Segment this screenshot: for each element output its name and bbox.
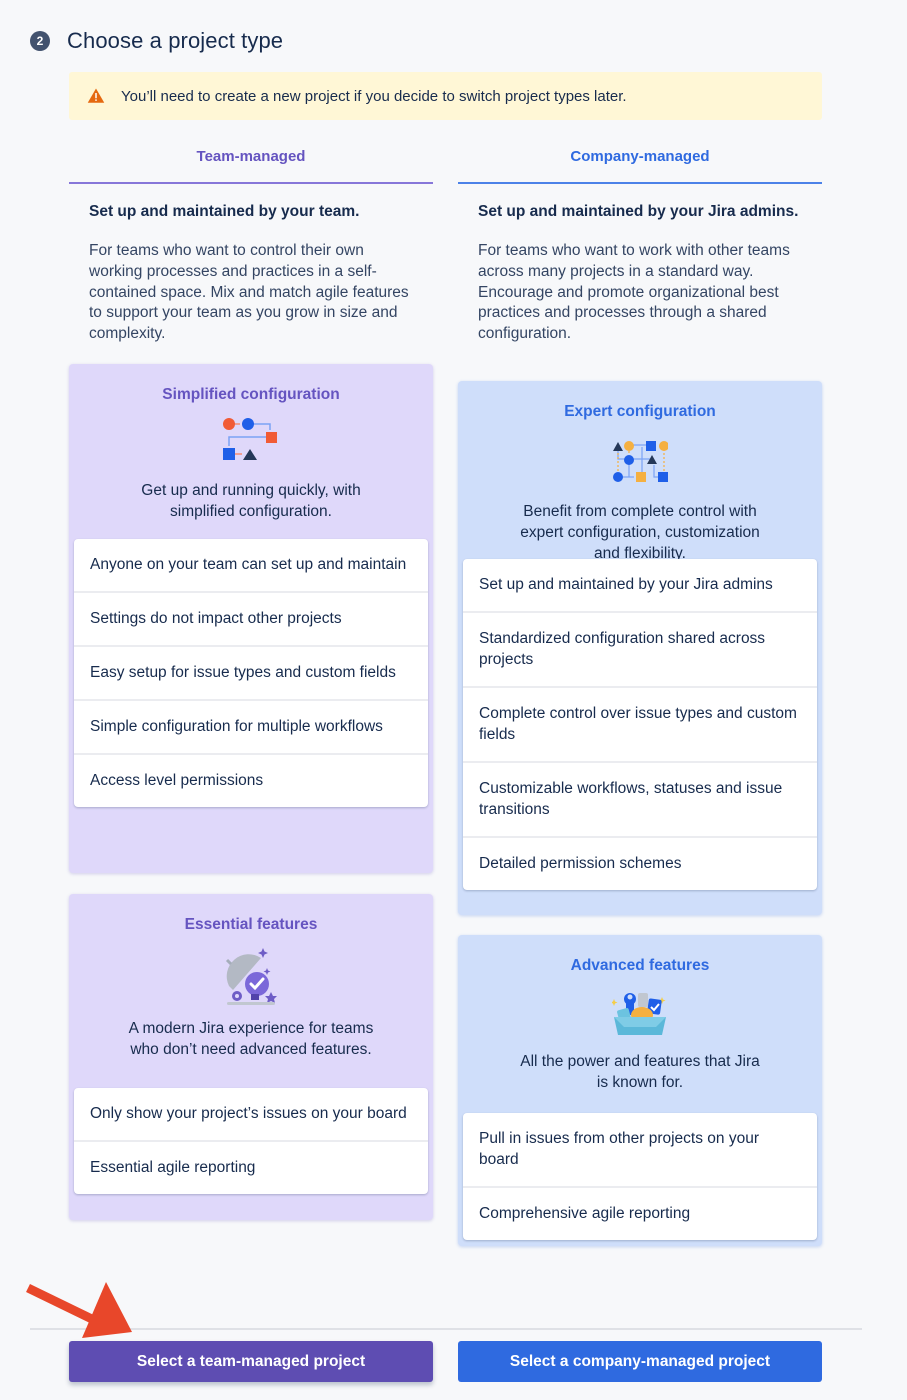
page-title: Choose a project type <box>67 28 284 53</box>
team-managed-lead: Set up and maintained by your team. <box>89 203 360 220</box>
list-item: Set up and maintained by your Jira admin… <box>479 576 773 593</box>
select-team-managed-button[interactable]: Select a team-managed project <box>69 1341 433 1382</box>
tab-team-managed[interactable]: Team-managed <box>69 148 433 184</box>
feature-list: Anyone on your team can set up and maint… <box>74 539 428 807</box>
panel-title: Advanced features <box>570 957 710 974</box>
panel-title: Essential features <box>184 916 318 933</box>
workflow-simple-icon <box>223 418 277 460</box>
company-managed-body: For teams who want to work with other te… <box>478 242 790 343</box>
list-item: Anyone on your team can set up and maint… <box>90 556 407 573</box>
feature-list: Pull in issues from other projects on yo… <box>463 1113 817 1240</box>
team-managed-body: For teams who want to control their own … <box>89 242 409 343</box>
tab-company-managed[interactable]: Company-managed <box>458 148 822 184</box>
footer-divider <box>30 1328 862 1330</box>
list-item: Settings do not impact other projects <box>74 591 428 645</box>
workflow-complex-icon <box>613 441 668 482</box>
panel-text: A modern Jira experience for teams who d… <box>128 1020 374 1058</box>
step-header: 2 Choose a project type <box>30 28 283 54</box>
step-number-badge: 2 <box>30 31 50 51</box>
panel-text: Get up and running quickly, with simplif… <box>141 482 361 520</box>
essential-features-panel: Essential features A modern Jira experie… <box>69 894 433 1220</box>
list-item: Comprehensive agile reporting <box>463 1186 817 1240</box>
feature-list: Only show your project’s issues on your … <box>74 1088 428 1194</box>
list-item: Access level permissions <box>74 753 428 807</box>
warning-text: You’ll need to create a new project if y… <box>121 87 627 105</box>
panel-text: Benefit from complete control with exper… <box>520 503 760 562</box>
cloche-check-icon <box>225 948 277 1005</box>
annotation-arrow-icon <box>26 1282 132 1338</box>
team-managed-description: Set up and maintained by your team. For … <box>89 203 419 345</box>
panel-title: Expert configuration <box>564 403 716 420</box>
panel-text: All the power and features that Jira is … <box>520 1053 760 1091</box>
advanced-features-panel: Advanced features All the power and feat… <box>458 935 822 1246</box>
company-managed-lead: Set up and maintained by your Jira admin… <box>478 203 799 220</box>
list-item: Pull in issues from other projects on yo… <box>479 1130 759 1168</box>
list-item: Simple configuration for multiple workfl… <box>74 699 428 753</box>
list-item: Detailed permission schemes <box>463 836 817 890</box>
feature-list: Set up and maintained by your Jira admin… <box>463 559 817 890</box>
list-item: Customizable workflows, statuses and iss… <box>463 761 817 836</box>
warning-banner: You’ll need to create a new project if y… <box>69 72 822 120</box>
warning-triangle-icon <box>87 88 105 103</box>
list-item: Essential agile reporting <box>74 1140 428 1194</box>
toolbox-icon <box>612 993 666 1035</box>
simplified-configuration-panel: Simplified configuration Get up and runn… <box>69 364 433 873</box>
list-item: Easy setup for issue types and custom fi… <box>74 645 428 699</box>
list-item: Complete control over issue types and cu… <box>463 686 817 761</box>
list-item: Only show your project’s issues on your … <box>90 1105 407 1122</box>
select-company-managed-button[interactable]: Select a company-managed project <box>458 1341 822 1382</box>
panel-title: Simplified configuration <box>162 386 340 403</box>
expert-configuration-panel: Expert configuration Benefit from comple… <box>458 381 822 915</box>
company-managed-description: Set up and maintained by your Jira admin… <box>478 203 808 345</box>
list-item: Standardized configuration shared across… <box>463 611 817 686</box>
